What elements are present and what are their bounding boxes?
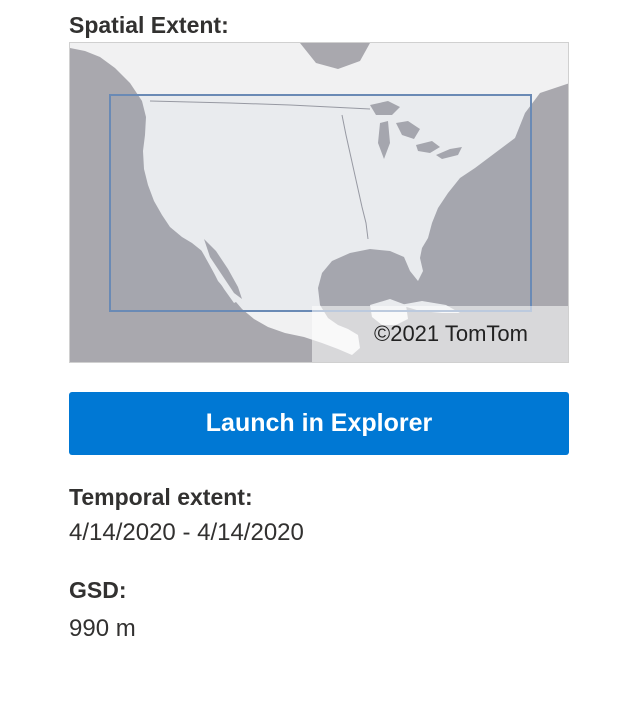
spatial-extent-heading: Spatial Extent:	[69, 12, 229, 38]
temporal-extent-value: 4/14/2020 - 4/14/2020	[69, 519, 304, 546]
spatial-extent-bbox	[109, 94, 532, 312]
gsd-value: 990 m	[69, 615, 136, 642]
launch-in-explorer-button[interactable]: Launch in Explorer	[69, 392, 569, 455]
map-attribution: ©2021 TomTom	[312, 306, 568, 362]
spatial-extent-map[interactable]: ©2021 TomTom	[69, 42, 569, 363]
temporal-extent-heading: Temporal extent:	[69, 484, 253, 510]
gsd-heading: GSD:	[69, 577, 127, 603]
